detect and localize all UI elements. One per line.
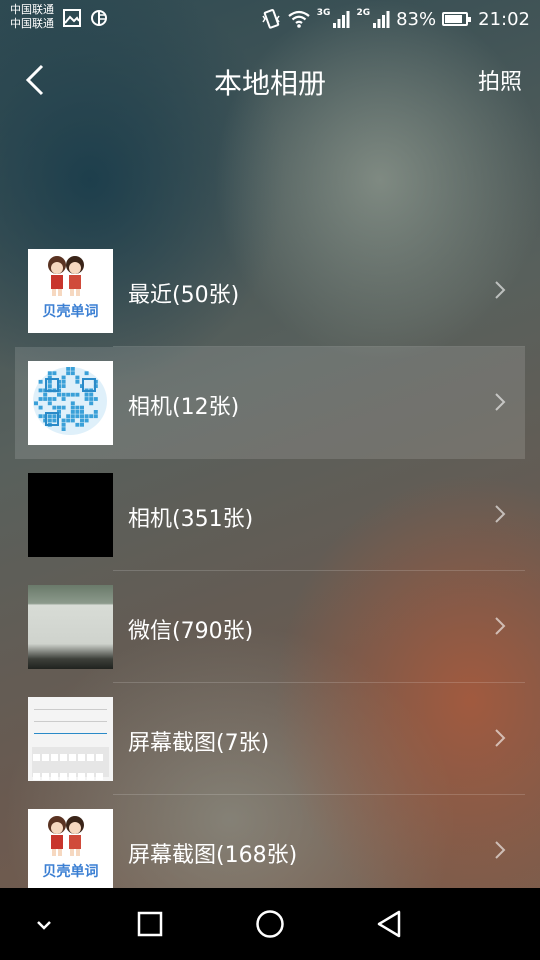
carrier-2: 中国联通 [10,17,54,30]
qr-code-icon [33,367,107,435]
album-thumbnail [28,585,113,669]
clock: 21:02 [478,8,530,30]
chevron-right-icon [495,617,506,635]
album-row[interactable]: 贝壳单词 最近(50张) [15,235,525,347]
album-label: 最近(50张) [128,283,240,308]
album-thumbnail [28,697,113,781]
app-header: 本地相册 拍照 [0,48,540,112]
battery-fill [445,15,462,23]
wifi-icon [288,10,310,28]
back-nav-icon[interactable] [370,904,410,944]
vibrate-icon [262,9,280,29]
chevron-right-icon [495,393,506,411]
carrier-info: 中国联通 中国联通 [10,3,54,31]
hide-nav-icon[interactable] [24,904,64,944]
thumbnail-brand-text: 贝壳单词 [42,304,99,320]
signal-icon [373,11,390,28]
chevron-right-icon [495,729,506,747]
home-icon[interactable] [250,904,290,944]
status-icons: 3G 2G 83% 21:02 [261,6,530,32]
album-list: 贝壳单词 最近(50张) 相机(12张) 相机(351张) 微信(790张) 屏… [15,235,525,907]
recent-apps-icon[interactable] [130,904,170,944]
navigation-bar [0,888,540,960]
album-label: 相机(12张) [128,395,240,420]
cartoon-icon [48,256,84,296]
album-thumbnail: 贝壳单词 [28,809,113,893]
album-label: 相机(351张) [128,507,254,532]
network-label-2: 2G [356,8,371,18]
album-label: 屏幕截图(168张) [128,843,298,868]
album-row[interactable]: 微信(790张) [15,571,525,683]
chevron-right-icon [495,505,506,523]
chevron-right-icon [495,841,506,859]
page-title: 本地相册 [213,67,326,100]
album-thumbnail [28,473,113,557]
battery-icon [442,12,472,26]
album-row[interactable]: 屏幕截图(7张) [15,683,525,795]
chevron-right-icon [495,281,506,299]
keyboard-preview [32,747,109,780]
take-photo-button[interactable]: 拍照 [478,64,522,96]
carrier-1: 中国联通 [10,3,54,16]
album-label: 屏幕截图(7张) [128,731,270,756]
album-row[interactable]: 相机(12张) [15,347,525,459]
gallery-icon [63,9,81,27]
signal-app-icon [91,10,107,26]
battery-percent: 83% [396,8,437,30]
signal-icon [333,11,350,28]
album-thumbnail [28,361,113,445]
thumbnail-brand-text: 贝壳单词 [42,864,99,880]
album-row[interactable]: 相机(351张) [15,459,525,571]
cartoon-icon [48,816,84,856]
album-thumbnail: 贝壳单词 [28,249,113,333]
network-label-1: 3G [316,8,331,18]
album-label: 微信(790张) [128,619,254,644]
status-bar: 中国联通 中国联通 3G 2G 83% 21:02 [0,0,540,38]
